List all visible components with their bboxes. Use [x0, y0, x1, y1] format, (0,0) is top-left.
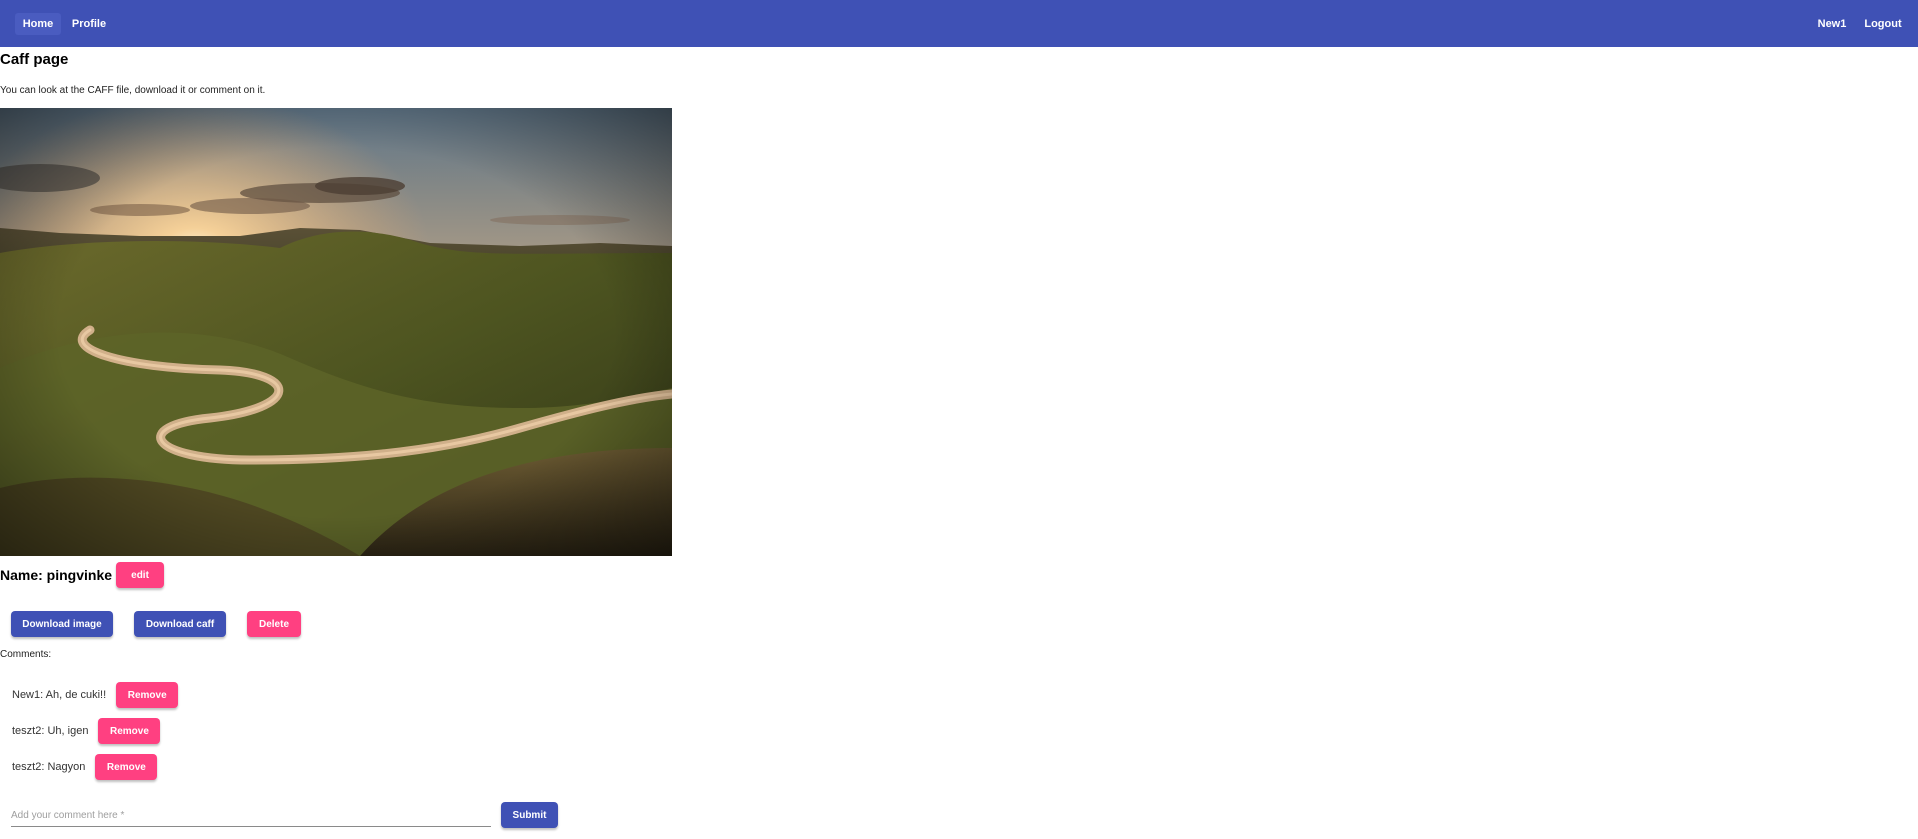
comment-item: teszt2: Uh, igen Remove — [12, 718, 161, 744]
caff-preview-image — [0, 108, 672, 556]
remove-comment-button[interactable]: Remove — [95, 754, 158, 780]
landscape-photo — [0, 108, 672, 556]
download-image-button[interactable]: Download image — [11, 611, 113, 637]
page-intro: You can look at the CAFF file, download … — [0, 85, 266, 96]
page-title: Caff page — [0, 51, 69, 68]
delete-button[interactable]: Delete — [247, 611, 301, 637]
caff-name: Name: pingvinke — [0, 567, 113, 583]
comment-item: New1: Ah, de cuki!! Remove — [12, 682, 179, 708]
comment-text: teszt2: Nagyon — [12, 761, 86, 773]
edit-name-button[interactable]: edit — [116, 562, 165, 588]
comment-text: teszt2: Uh, igen — [12, 725, 89, 737]
caff-name-row: Name: pingvinke edit — [0, 562, 165, 588]
submit-comment-button[interactable]: Submit — [501, 802, 558, 828]
top-toolbar: Home Profile New1 Logout — [0, 0, 1918, 47]
download-caff-button[interactable]: Download caff — [134, 611, 226, 637]
comment-input[interactable] — [11, 805, 491, 827]
nav-profile-button[interactable]: Profile — [68, 13, 110, 35]
comments-heading: Comments: — [0, 649, 52, 660]
comment-text: New1: Ah, de cuki!! — [12, 689, 107, 701]
nav-home-button[interactable]: Home — [15, 13, 61, 35]
nav-logout-button[interactable]: Logout — [1860, 13, 1906, 35]
remove-comment-button[interactable]: Remove — [116, 682, 179, 708]
comment-item: teszt2: Nagyon Remove — [12, 754, 158, 780]
remove-comment-button[interactable]: Remove — [98, 718, 161, 744]
nav-user-button[interactable]: New1 — [1812, 13, 1852, 35]
